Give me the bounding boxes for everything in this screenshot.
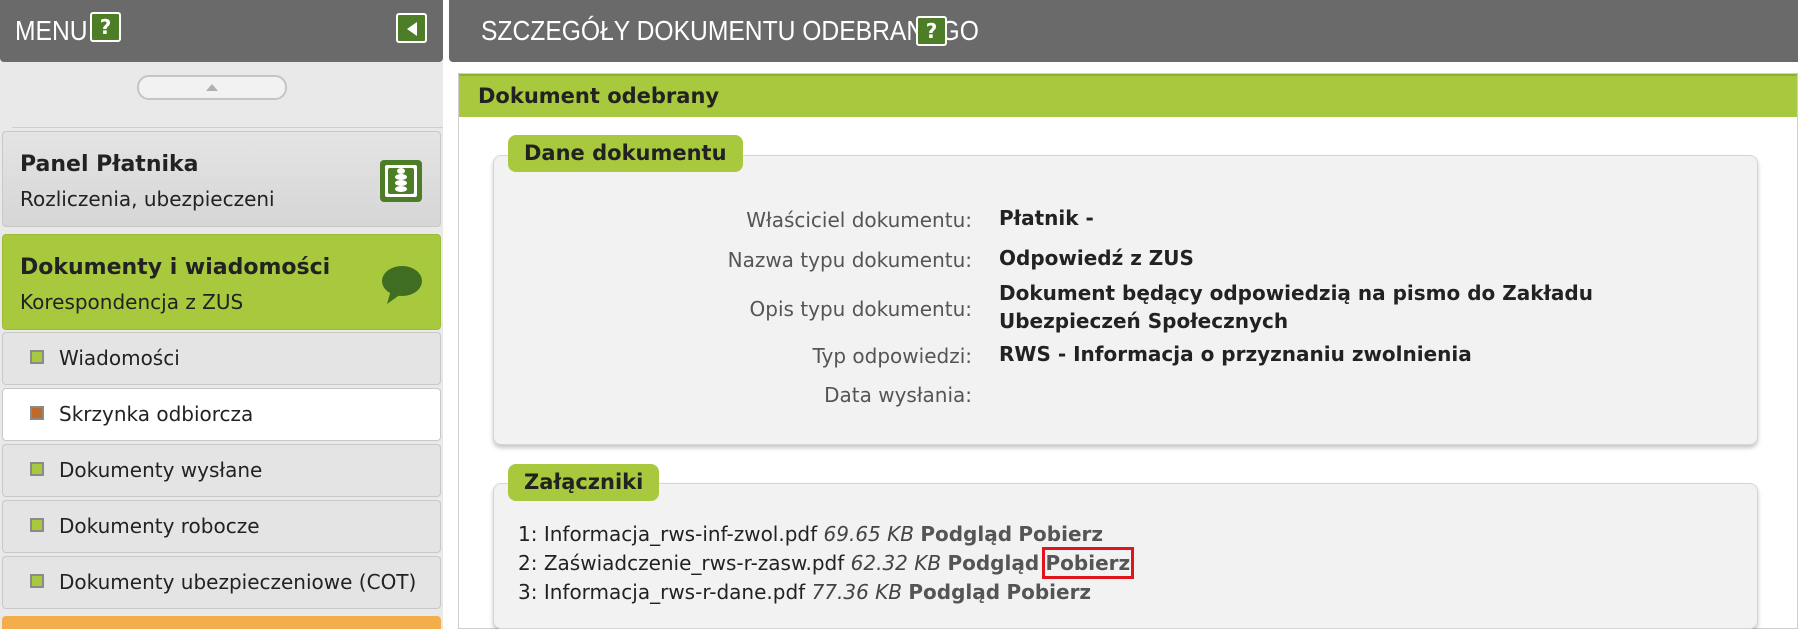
sidebar-header: MENU ?: [0, 0, 443, 62]
sidebar-item-label: Wiadomości: [59, 346, 180, 370]
section-heading-attachments: Załączniki: [508, 464, 660, 501]
sidebar-help-button[interactable]: ?: [90, 12, 121, 42]
download-link[interactable]: Pobierz: [1018, 522, 1103, 546]
sidebar-item-label: Skrzynka odbiorcza: [59, 402, 254, 426]
attachment-filename: Informacja_rws-inf-zwol.pdf: [543, 522, 818, 546]
attachment-size: 69.65 KB: [823, 522, 914, 546]
sidebar-item-label: Dokumenty robocze: [59, 514, 260, 538]
attachment-filename: Zaświadczenie_rws-r-zasw.pdf: [543, 551, 845, 575]
attachment-filename: Informacja_rws-r-dane.pdf: [543, 580, 806, 604]
attachment-row: 2: Zaświadczenie_rws-r-zasw.pdf 62.32 KB…: [518, 547, 1135, 579]
sidebar-item-skrzynka-odbiorcza[interactable]: Skrzynka odbiorcza: [2, 388, 441, 441]
attachment-index: 3:: [518, 580, 538, 604]
panel-dokumenty-i-wiadomosci[interactable]: Dokumenty i wiadomości Korespondencja z …: [2, 234, 441, 330]
field-value-response-type: RWS - Informacja o przyznaniu zwolnienia: [999, 342, 1472, 366]
download-link-highlighted[interactable]: Pobierz: [1041, 547, 1135, 579]
panel-subtitle: Rozliczenia, ubezpieczeni: [20, 187, 275, 211]
sidebar-title: MENU: [15, 15, 88, 46]
field-label-type-description: Opis typu dokumentu:: [749, 297, 972, 321]
field-value-type-name: Odpowiedź z ZUS: [999, 246, 1194, 270]
attachment-size: 62.32 KB: [850, 551, 942, 575]
panel-title: Dokumenty i wiadomości: [20, 255, 331, 280]
collapse-menu-button[interactable]: [396, 13, 427, 43]
page-title: SZCZEGÓŁY DOKUMENTU ODEBRANEGO: [481, 15, 979, 46]
preview-link[interactable]: Podgląd: [908, 580, 1000, 604]
bullet-icon: [30, 406, 44, 420]
sidebar-item-label: Dokumenty ubezpieczeniowe (COT): [59, 570, 417, 594]
stack-icon: [380, 160, 422, 202]
field-value-owner: Płatnik -: [999, 206, 1094, 230]
panel-title: Panel Płatnika: [20, 152, 199, 177]
field-label-owner: Właściciel dokumentu:: [746, 208, 972, 232]
bullet-icon: [30, 574, 44, 588]
field-value-type-description: Dokument będący odpowiedzią na pismo do …: [999, 281, 1593, 333]
sidebar-item-dokumenty-robocze[interactable]: Dokumenty robocze: [2, 500, 441, 553]
sidebar: MENU ? Panel Płatnika Rozliczenia, ubezp…: [0, 0, 443, 629]
bullet-icon: [30, 350, 44, 364]
attachment-row: 1: Informacja_rws-inf-zwol.pdf 69.65 KB …: [518, 522, 1103, 546]
app-window: MENU ? Panel Płatnika Rozliczenia, ubezp…: [0, 0, 1798, 629]
preview-link[interactable]: Podgląd: [947, 551, 1039, 575]
sidebar-panel-partial[interactable]: [2, 616, 441, 629]
bullet-icon: [30, 518, 44, 532]
field-label-response-type: Typ odpowiedzi:: [812, 344, 972, 368]
sidebar-item-dokumenty-ubezpieczeniowe[interactable]: Dokumenty ubezpieczeniowe (COT): [2, 556, 441, 609]
section-heading-document-data: Dane dokumentu: [508, 135, 743, 172]
panel-platnika[interactable]: Panel Płatnika Rozliczenia, ubezpieczeni: [2, 131, 441, 227]
document-details-group: Właściciel dokumentu: Płatnik - Nazwa ty…: [493, 155, 1758, 445]
attachment-row: 3: Informacja_rws-r-dane.pdf 77.36 KB Po…: [518, 580, 1091, 604]
main-header: SZCZEGÓŁY DOKUMENTU ODEBRANEGO ?: [449, 0, 1798, 62]
download-link[interactable]: Pobierz: [1006, 580, 1091, 604]
sidebar-divider: [12, 127, 443, 128]
scroll-up-button[interactable]: [137, 75, 287, 100]
sidebar-item-wiadomosci[interactable]: Wiadomości: [2, 332, 441, 385]
card-title: Dokument odebrany: [478, 84, 720, 108]
page-help-button[interactable]: ?: [916, 16, 947, 46]
bullet-icon: [30, 462, 44, 476]
speech-bubble-icon: [382, 266, 422, 304]
attachment-size: 77.36 KB: [811, 580, 903, 604]
sidebar-item-label: Dokumenty wysłane: [59, 458, 263, 482]
preview-link[interactable]: Podgląd: [920, 522, 1012, 546]
field-label-type-name: Nazwa typu dokumentu:: [727, 248, 972, 272]
sidebar-item-dokumenty-wyslane[interactable]: Dokumenty wysłane: [2, 444, 441, 497]
card-header: Dokument odebrany: [459, 74, 1797, 117]
attachment-index: 1:: [518, 522, 538, 546]
attachment-index: 2:: [518, 551, 538, 575]
panel-subtitle: Korespondencja z ZUS: [20, 290, 244, 314]
field-label-sent-date: Data wysłania:: [824, 383, 972, 407]
main-content: SZCZEGÓŁY DOKUMENTU ODEBRANEGO ? Dokumen…: [449, 0, 1798, 629]
